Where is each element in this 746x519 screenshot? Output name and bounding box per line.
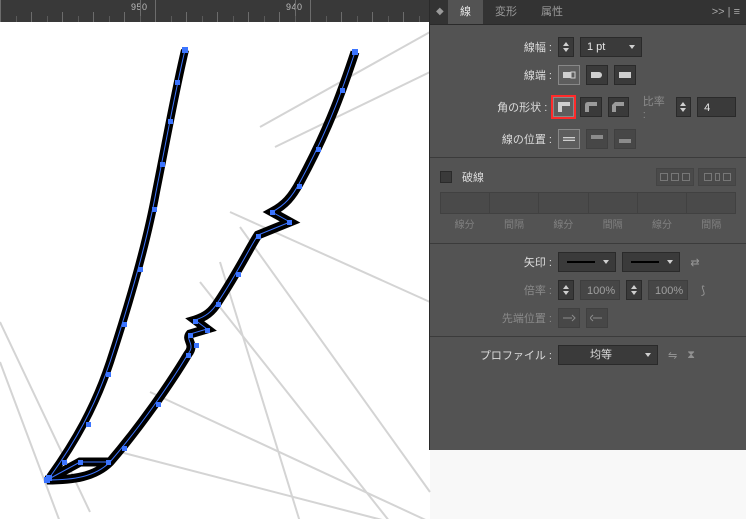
- dash-input[interactable]: [638, 192, 687, 214]
- row-caps: 線端 :: [430, 61, 746, 89]
- profile-value: 均等: [590, 345, 612, 365]
- ruler-tick: [310, 0, 311, 22]
- cap-square-icon[interactable]: [614, 65, 636, 85]
- ruler-tick: [217, 12, 218, 22]
- label-caps: 線端 :: [440, 67, 552, 83]
- label-profile: プロファイル :: [440, 347, 552, 363]
- dashed-checkbox[interactable]: [440, 171, 452, 183]
- gap-input[interactable]: [589, 192, 638, 214]
- cap-round-icon[interactable]: [586, 65, 608, 85]
- dash-input[interactable]: [539, 192, 588, 214]
- label-miter-ratio: 比率 :: [643, 93, 670, 121]
- label-tip: 先端位置 :: [440, 310, 552, 326]
- ruler-tick: [341, 12, 342, 22]
- selected-path[interactable]: [0, 22, 430, 519]
- ruler-tick: [403, 12, 404, 22]
- tab-stroke[interactable]: 線: [448, 0, 483, 24]
- dash-col-label: 間隔: [489, 216, 538, 231]
- dash-col-label: 線分: [440, 216, 489, 231]
- dash-align-preserve-icon[interactable]: [656, 168, 694, 186]
- align-center-icon[interactable]: [558, 129, 580, 149]
- cap-butt-icon[interactable]: [558, 65, 580, 85]
- dash-input[interactable]: [440, 192, 490, 214]
- align-outside-icon[interactable]: [614, 129, 636, 149]
- dash-align-corners-icon[interactable]: [698, 168, 736, 186]
- row-corners: 角の形状 : 比率 : 4: [430, 89, 746, 125]
- ruler-tick: [31, 12, 32, 22]
- tab-attributes[interactable]: 属性: [529, 0, 575, 24]
- dash-inputs: [430, 190, 746, 216]
- row-tip: 先端位置 :: [430, 304, 746, 332]
- dash-col-label: 線分: [637, 216, 686, 231]
- flip-horizontal-icon[interactable]: ⇋: [668, 349, 677, 362]
- row-stroke-width: 線幅 : 1 pt: [430, 33, 746, 61]
- ruler-tick: [248, 12, 249, 22]
- stroke-panel: ◆ 線 変形 属性 >> | ≡ 線幅 : 1 pt 線端 : 角の形状 :: [430, 0, 746, 450]
- join-round-icon[interactable]: [580, 97, 601, 117]
- miter-ratio-stepper[interactable]: [676, 97, 691, 117]
- ruler-tick: [93, 12, 94, 22]
- scale-start-input[interactable]: 100%: [580, 280, 620, 300]
- dash-col-label: 間隔: [588, 216, 637, 231]
- join-miter-icon[interactable]: [553, 97, 574, 117]
- label-scale: 倍率 :: [440, 282, 552, 298]
- flip-vertical-icon[interactable]: ⧗: [687, 349, 695, 362]
- collapse-icon[interactable]: ◆: [436, 8, 444, 16]
- scale-end-input[interactable]: 100%: [648, 280, 688, 300]
- dash-col-label: 間隔: [687, 216, 736, 231]
- tip-align-icon[interactable]: [586, 308, 608, 328]
- row-profile: プロファイル : 均等 ⇋ ⧗: [430, 341, 746, 369]
- ruler-tick: [124, 12, 125, 22]
- miter-ratio-input[interactable]: 4: [697, 97, 736, 117]
- artboard[interactable]: [0, 22, 430, 519]
- label-align: 線の位置 :: [440, 131, 552, 147]
- gap-input[interactable]: [687, 192, 736, 214]
- ruler-tick: [372, 12, 373, 22]
- arrow-swap-icon[interactable]: ⇄: [686, 253, 704, 271]
- scale-start-stepper[interactable]: [558, 280, 574, 300]
- divider: [430, 157, 746, 158]
- tab-transform[interactable]: 変形: [483, 0, 529, 24]
- panel-menu-icon[interactable]: >> | ≡: [712, 6, 746, 18]
- arrow-end-dropdown[interactable]: [622, 252, 680, 272]
- panel-tabs: ◆ 線 変形 属性 >> | ≡: [430, 0, 746, 25]
- row-dashed: 破線: [430, 162, 746, 190]
- ruler-tick: [155, 0, 156, 22]
- dash-labels: 線分 間隔 線分 間隔 線分 間隔: [430, 216, 746, 239]
- join-bevel-icon[interactable]: [608, 97, 629, 117]
- row-scale: 倍率 : 100% 100% ⟆: [430, 276, 746, 304]
- divider: [430, 243, 746, 244]
- row-align: 線の位置 :: [430, 125, 746, 153]
- gap-input[interactable]: [490, 192, 539, 214]
- divider: [430, 336, 746, 337]
- align-inside-icon[interactable]: [586, 129, 608, 149]
- ruler-tick: [62, 12, 63, 22]
- stroke-width-dropdown[interactable]: 1 pt: [580, 37, 642, 57]
- ruler-tick: [186, 12, 187, 22]
- scale-link-icon[interactable]: ⟆: [694, 281, 712, 299]
- ruler-tick: [279, 12, 280, 22]
- label-arrow: 矢印 :: [440, 254, 552, 270]
- arrow-start-dropdown[interactable]: [558, 252, 616, 272]
- label-dashed: 破線: [462, 169, 484, 185]
- row-arrow: 矢印 : ⇄: [430, 248, 746, 276]
- tip-extend-icon[interactable]: [558, 308, 580, 328]
- ruler-tick: [0, 0, 1, 22]
- label-corners: 角の形状 :: [440, 99, 547, 115]
- scale-end-stepper[interactable]: [626, 280, 642, 300]
- stroke-width-value: 1 pt: [587, 37, 605, 57]
- dash-col-label: 線分: [539, 216, 588, 231]
- profile-dropdown[interactable]: 均等: [558, 345, 658, 365]
- stroke-width-stepper[interactable]: [558, 37, 574, 57]
- label-stroke-width: 線幅 :: [440, 39, 552, 55]
